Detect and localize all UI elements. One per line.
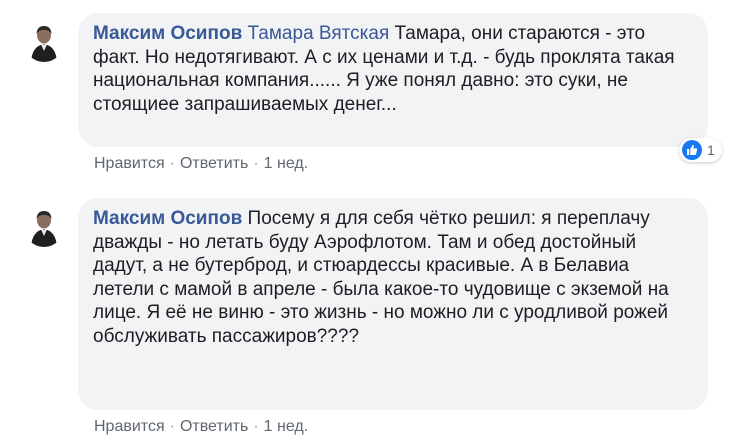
avatar-photo-icon: [24, 22, 64, 62]
reaction-count: 1: [707, 142, 715, 158]
comment-actions: Нравится · Ответить · 1 нед.: [94, 418, 308, 436]
avatar[interactable]: [24, 207, 64, 247]
separator: ·: [169, 418, 175, 435]
separator: ·: [253, 418, 259, 435]
comment-mention[interactable]: Тамара Вятская: [248, 23, 390, 44]
comment-actions: Нравится · Ответить · 1 нед.: [94, 155, 308, 173]
timestamp-link[interactable]: 1 нед.: [264, 418, 309, 435]
reaction-badge[interactable]: 1: [679, 138, 722, 162]
avatar-photo-icon: [24, 207, 64, 247]
comment-author[interactable]: Максим Осипов: [93, 23, 242, 44]
comment-bubble: Максим Осипов Тамара Вятская Тамара, они…: [78, 13, 708, 147]
comment-bubble: Максим Осипов Посему я для себя чётко ре…: [78, 198, 708, 410]
separator: ·: [253, 155, 259, 172]
like-link[interactable]: Нравится: [94, 155, 165, 172]
reply-link[interactable]: Ответить: [180, 155, 248, 172]
like-link[interactable]: Нравится: [94, 418, 165, 435]
avatar[interactable]: [24, 22, 64, 62]
timestamp-link[interactable]: 1 нед.: [264, 155, 309, 172]
comment-author[interactable]: Максим Осипов: [93, 208, 242, 229]
reply-link[interactable]: Ответить: [180, 418, 248, 435]
separator: ·: [169, 155, 175, 172]
like-icon: [682, 140, 702, 160]
